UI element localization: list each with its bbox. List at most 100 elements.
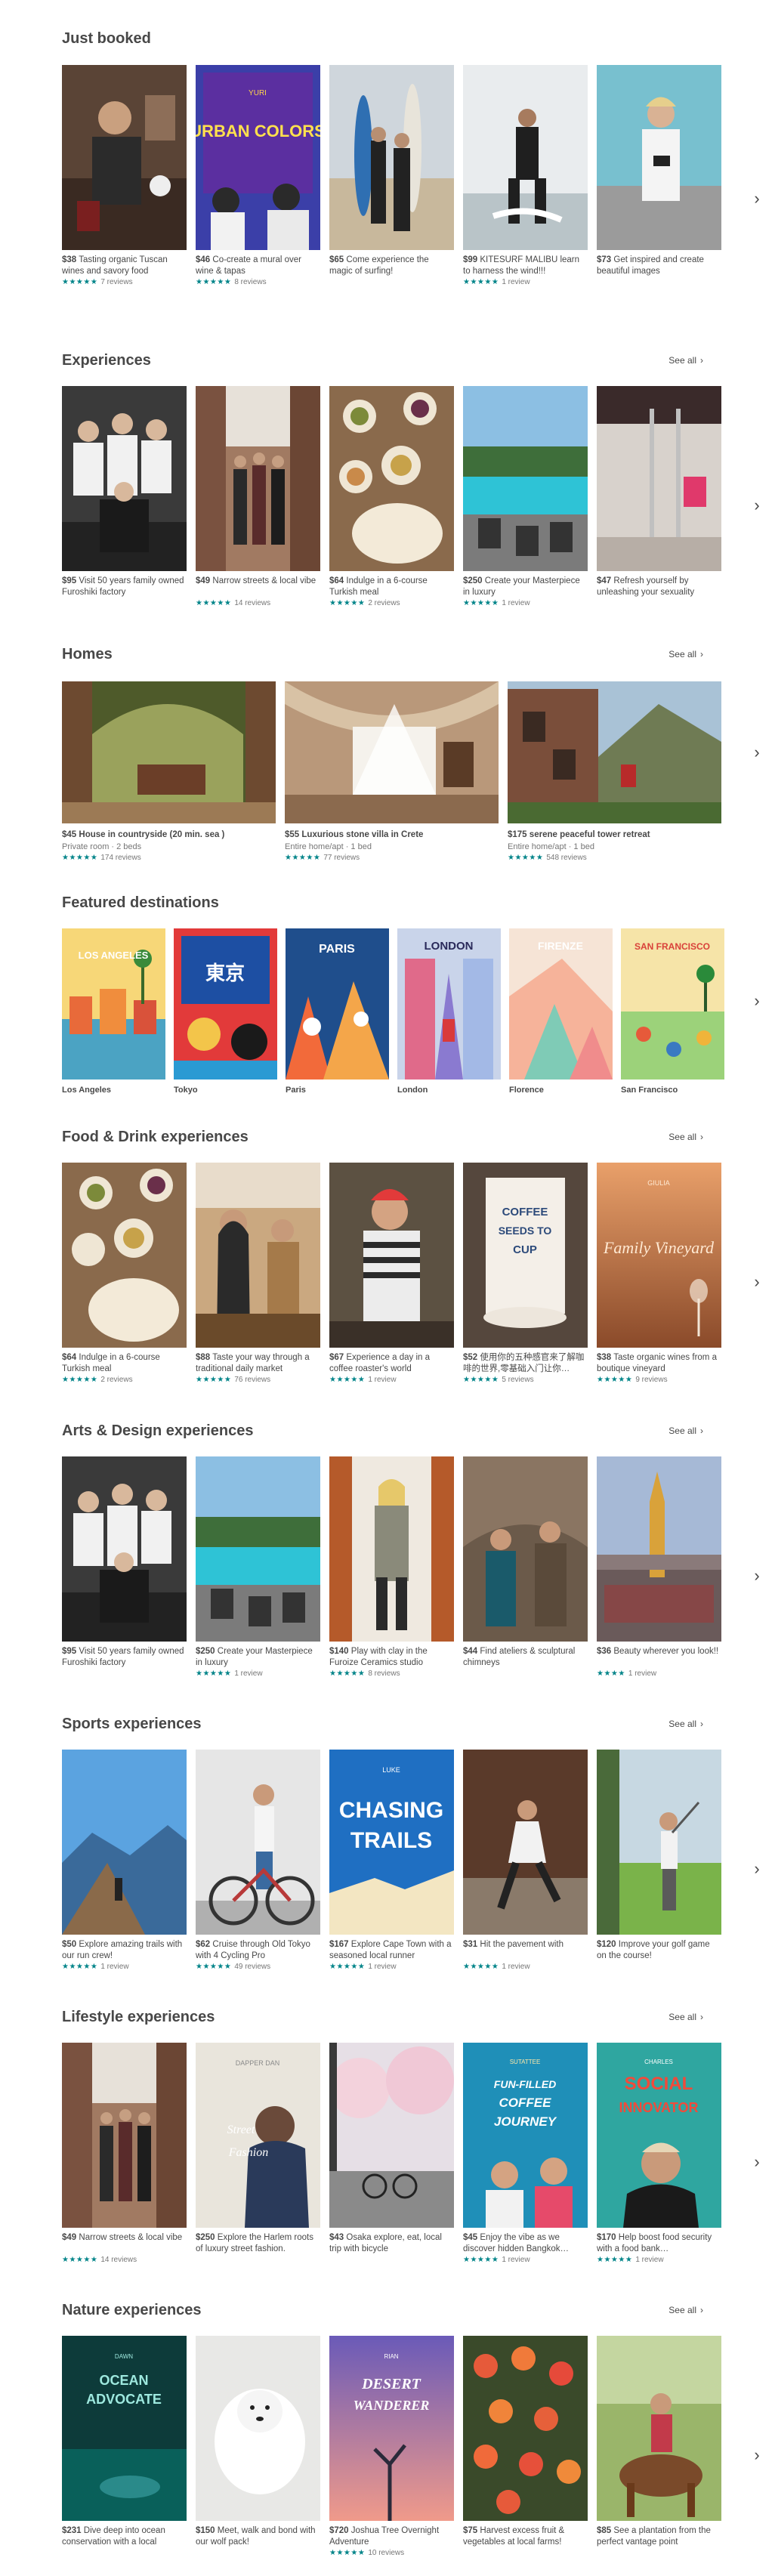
- card-price: $50: [62, 1940, 77, 1949]
- card-image[interactable]: [196, 1456, 320, 1642]
- card-image[interactable]: [463, 2336, 588, 2521]
- section-title: Homes: [62, 646, 113, 663]
- card-image[interactable]: [62, 1163, 187, 1348]
- chevron-right-icon[interactable]: ›: [749, 990, 764, 1012]
- see-all-link[interactable]: See all ›: [668, 1719, 703, 1729]
- card-image[interactable]: COFFEE SEEDS TO CUP: [463, 1163, 588, 1348]
- card-title: Narrow streets & local vibe: [79, 2233, 183, 2242]
- card-image[interactable]: [329, 1456, 454, 1642]
- card-title: Narrow streets & local vibe: [212, 576, 316, 585]
- card-image[interactable]: LOS ANGELES: [62, 928, 165, 1080]
- poster-title: LONDON: [425, 940, 474, 953]
- card-image[interactable]: [62, 65, 187, 250]
- chevron-right-icon[interactable]: ›: [749, 2151, 764, 2173]
- see-all-link[interactable]: See all ›: [668, 2305, 703, 2315]
- chevron-right-icon[interactable]: ›: [749, 187, 764, 210]
- see-all-link[interactable]: See all ›: [668, 355, 703, 366]
- card-image[interactable]: [62, 386, 187, 571]
- review-count: 10 reviews: [368, 2549, 405, 2557]
- card-title: Refresh yourself by unleashing your sexu…: [597, 576, 695, 597]
- card-image[interactable]: PARIS: [286, 928, 389, 1080]
- poster-title: 東京: [205, 962, 245, 985]
- card-image[interactable]: DAWN OCEAN ADVOCATE: [62, 2336, 187, 2521]
- card-price: $175: [508, 830, 527, 839]
- card-image[interactable]: RIAN DESERT WANDERER: [329, 2336, 454, 2521]
- poster-title: FIRENZE: [538, 940, 583, 952]
- card-image[interactable]: [329, 386, 454, 571]
- card-title: House in countryside (20 min. sea ): [79, 830, 225, 839]
- card-image[interactable]: DAPPER DAN Street Fashion: [196, 2043, 320, 2228]
- card-image[interactable]: [597, 2336, 721, 2521]
- card-image[interactable]: YURI URBAN COLORS: [196, 65, 320, 250]
- review-count: 1 review: [635, 2256, 664, 2264]
- poster-title: FUN-FILLED: [494, 2078, 556, 2090]
- card-price: $47: [597, 576, 612, 585]
- card-image[interactable]: [597, 65, 721, 250]
- chevron-right-icon[interactable]: ›: [749, 494, 764, 517]
- card-image[interactable]: 東京: [174, 928, 277, 1080]
- chevron-right-icon: ›: [700, 1132, 703, 1142]
- card-price: $231: [62, 2526, 82, 2535]
- see-all-label: See all: [668, 649, 696, 659]
- see-all-link[interactable]: See all ›: [668, 1425, 703, 1436]
- poster-title: WANDERER: [354, 2398, 430, 2413]
- card-price: $99: [463, 255, 478, 264]
- card-image[interactable]: [508, 681, 721, 823]
- chevron-right-icon[interactable]: ›: [749, 1858, 764, 1880]
- card-image[interactable]: SAN FRANCISCO: [621, 928, 724, 1080]
- card-image[interactable]: LUKE CHASING TRAILS: [329, 1750, 454, 1935]
- see-all-link[interactable]: See all ›: [668, 1132, 703, 1142]
- star-rating: ★★★★★: [508, 854, 544, 862]
- see-all-link[interactable]: See all ›: [668, 649, 703, 659]
- see-all-label: See all: [668, 1425, 696, 1436]
- star-rating: ★★★★★: [329, 1669, 366, 1678]
- card-image[interactable]: [463, 1456, 588, 1642]
- card-image[interactable]: FIRENZE: [509, 928, 613, 1080]
- card-image[interactable]: [597, 1750, 721, 1935]
- card-title: Visit 50 years family owned Furoshiki fa…: [62, 576, 184, 597]
- card-image[interactable]: [62, 2043, 187, 2228]
- chevron-right-icon[interactable]: ›: [749, 741, 764, 764]
- card-image[interactable]: GIULIA Family Vineyard: [597, 1163, 721, 1348]
- star-rating: ★★★★★: [62, 1963, 98, 1971]
- card-image[interactable]: [196, 1163, 320, 1348]
- card-image[interactable]: [463, 386, 588, 571]
- card-image[interactable]: [62, 681, 276, 823]
- section-experiences: Experiences See all › › $95 Visit 50 year…: [0, 351, 775, 622]
- card-image[interactable]: [196, 386, 320, 571]
- card-image[interactable]: [463, 65, 588, 250]
- section-title: Sports experiences: [62, 1716, 202, 1732]
- destination-name: Florence: [509, 1086, 544, 1095]
- review-count: 1 review: [628, 1669, 657, 1678]
- section-title: Lifestyle experiences: [62, 2009, 215, 2025]
- card-title: Experience a day in a coffee roaster's w…: [329, 1353, 430, 1373]
- card-image[interactable]: [196, 2336, 320, 2521]
- card-title: 使用你的五种感官来了解咖啡的世界,零基础入门让你…: [463, 1353, 585, 1373]
- review-count: 1 review: [502, 599, 530, 607]
- card-image[interactable]: [62, 1456, 187, 1642]
- card-image[interactable]: LONDON: [397, 928, 501, 1080]
- card-image[interactable]: [329, 1163, 454, 1348]
- card-title: Cruise through Old Tokyo with 4 Cycling …: [196, 1940, 310, 1960]
- card-image[interactable]: CHARLES SOCIAL INNOVATOR: [597, 2043, 721, 2228]
- star-rating: ★★★★★: [285, 854, 321, 862]
- chevron-right-icon: ›: [700, 1719, 703, 1729]
- card-image[interactable]: [329, 2043, 454, 2228]
- see-all-label: See all: [668, 355, 696, 366]
- card-price: $140: [329, 1647, 349, 1656]
- see-all-link[interactable]: See all ›: [668, 2012, 703, 2022]
- card-image[interactable]: [285, 681, 499, 823]
- card-image[interactable]: [62, 1750, 187, 1935]
- card-price: $250: [196, 1647, 215, 1656]
- card-image[interactable]: [597, 386, 721, 571]
- chevron-right-icon[interactable]: ›: [749, 1271, 764, 1293]
- card-image[interactable]: [196, 1750, 320, 1935]
- card-image[interactable]: [463, 1750, 588, 1935]
- card-image[interactable]: [597, 1456, 721, 1642]
- chevron-right-icon[interactable]: ›: [749, 1564, 764, 1587]
- chevron-right-icon[interactable]: ›: [749, 2444, 764, 2466]
- star-rating: ★★★★★: [329, 1376, 366, 1384]
- review-count: 77 reviews: [323, 854, 360, 862]
- card-image[interactable]: [329, 65, 454, 250]
- card-image[interactable]: SUTATTEE FUN-FILLED COFFEE JOURNEY: [463, 2043, 588, 2228]
